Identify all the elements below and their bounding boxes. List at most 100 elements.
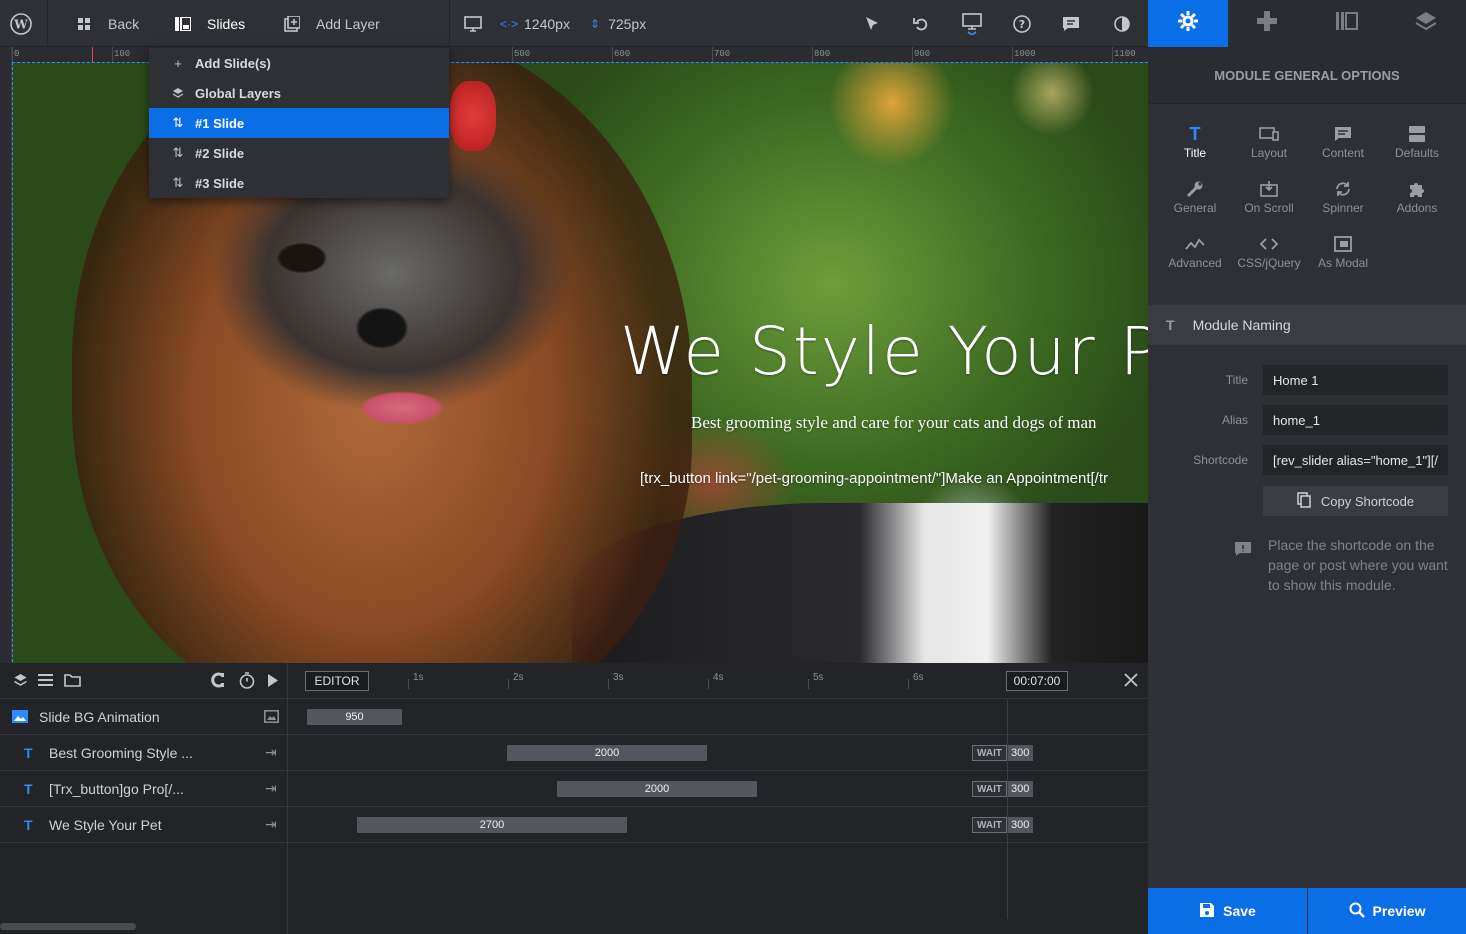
end-arrow-icon[interactable]: ⇥ (265, 744, 277, 761)
section-module-naming[interactable]: T Module Naming (1148, 305, 1466, 345)
tab-layers[interactable] (1387, 0, 1466, 47)
save-button[interactable]: Save (1148, 888, 1307, 934)
slides-button[interactable]: Slides (175, 0, 245, 47)
defaults-icon (1409, 122, 1425, 146)
text-layer-icon: T (24, 781, 33, 797)
help-icon[interactable]: ? (1013, 0, 1031, 47)
cursor-select-icon[interactable] (864, 0, 880, 47)
layers-icon[interactable] (13, 673, 28, 693)
timeline-wait[interactable]: WAIT 300 (972, 745, 1034, 761)
ruler-mark: 800 (814, 49, 831, 59)
add-layer-button[interactable]: Add Layer (284, 0, 380, 47)
option-content[interactable]: Content (1306, 122, 1380, 172)
option-advanced[interactable]: Advanced (1158, 232, 1232, 282)
horizontal-scrollbar[interactable] (0, 923, 136, 930)
timeline-row-trx-button[interactable]: T [Trx_button]go Pro[/... ⇥ 2000 WAIT 30… (0, 771, 1148, 807)
menu-item-slide-2[interactable]: ⇅ #2 Slide (149, 138, 449, 168)
timeline-row-best-grooming[interactable]: T Best Grooming Style ... ⇥ 2000 WAIT 30… (0, 735, 1148, 771)
layer-title-text[interactable]: We Style Your P (620, 313, 1148, 390)
alias-field[interactable]: home_1 (1263, 405, 1448, 435)
timeline-bar[interactable]: 2000 (557, 781, 757, 797)
photo-icon[interactable] (264, 710, 279, 728)
desktop-view-icon[interactable] (464, 0, 482, 47)
option-defaults[interactable]: Defaults (1380, 122, 1454, 172)
timeline-bar[interactable]: 2700 (357, 817, 627, 833)
option-as-modal[interactable]: As Modal (1306, 232, 1380, 282)
undo-icon[interactable] (913, 0, 929, 47)
wordpress-logo-icon[interactable]: W (10, 0, 36, 47)
chart-line-icon (1185, 232, 1205, 256)
end-arrow-icon[interactable]: ⇥ (265, 816, 277, 833)
layer-button-shortcode[interactable]: [trx_button link="/pet-grooming-appointm… (640, 470, 1108, 487)
preview-label: Preview (1372, 903, 1426, 919)
preview-button[interactable]: Preview (1308, 888, 1466, 934)
contrast-icon[interactable] (1114, 0, 1130, 47)
timeline-bar[interactable]: 950 (307, 709, 402, 725)
tab-slide-settings[interactable] (1228, 0, 1308, 47)
option-spinner[interactable]: Spinner (1306, 177, 1380, 227)
search-icon (1349, 902, 1365, 921)
tab-navigation[interactable] (1307, 0, 1387, 47)
editor-marker[interactable]: EDITOR (305, 671, 369, 691)
width-field[interactable]: <·> 1240px (500, 0, 570, 47)
folder-icon[interactable] (64, 673, 81, 692)
gamepad-icon (1256, 10, 1278, 38)
shortcode-field[interactable]: [rev_slider alias="home_1"][/ (1263, 445, 1448, 475)
copy-shortcode-button[interactable]: Copy Shortcode (1263, 486, 1448, 516)
timeline-end-time[interactable]: 00:07:00 (1006, 671, 1068, 691)
option-css-jquery[interactable]: CSS/jQuery (1232, 232, 1306, 282)
magnet-icon[interactable] (209, 672, 225, 693)
title-field[interactable]: Home 1 (1263, 365, 1448, 395)
timeline-row-bg-animation[interactable]: Slide BG Animation 950 (0, 699, 1148, 735)
option-on-scroll[interactable]: On Scroll (1232, 177, 1306, 227)
sort-icon: ⇅ (172, 175, 184, 190)
save-label: Save (1223, 903, 1256, 919)
timeline-panel: EDITOR 1s 2s 3s 4s 5s 6s 00:07:00 Slide … (0, 663, 1148, 934)
wait-label: WAIT (972, 781, 1007, 797)
add-layer-label: Add Layer (316, 15, 380, 32)
tab-module-settings[interactable] (1148, 0, 1228, 47)
option-general[interactable]: General (1158, 177, 1232, 227)
menu-item-add-slides[interactable]: + Add Slide(s) (149, 48, 449, 78)
grid-icon (76, 16, 92, 32)
height-field[interactable]: ⇕ 725px (590, 0, 646, 47)
timeline-playhead[interactable] (1007, 699, 1008, 919)
panel-tabs (1148, 0, 1466, 47)
timeline-bar[interactable]: 2000 (507, 745, 707, 761)
option-addons[interactable]: Addons (1380, 177, 1454, 227)
width-value: 1240px (524, 15, 570, 32)
option-label: Layout (1250, 146, 1288, 160)
close-icon[interactable] (1123, 672, 1139, 693)
option-label: CSS/jQuery (1237, 256, 1301, 270)
sort-icon: ⇅ (172, 145, 184, 160)
device-preview-icon[interactable] (962, 0, 982, 47)
option-title[interactable]: T Title (1158, 122, 1232, 172)
height-arrows-icon: ⇕ (590, 16, 601, 31)
menu-item-slide-1[interactable]: ⇅ #1 Slide (149, 108, 449, 138)
option-layout[interactable]: Layout (1232, 122, 1306, 172)
stopwatch-icon[interactable] (239, 672, 255, 694)
timeline-row-we-style[interactable]: T We Style Your Pet ⇥ 2700 WAIT 300 (0, 807, 1148, 843)
comments-icon[interactable] (1062, 0, 1080, 47)
shortcode-hint: Place the shortcode on the page or post … (1268, 537, 1448, 593)
wait-value: 300 (1007, 817, 1034, 833)
ruler-left (0, 47, 12, 663)
layer-subtitle-text[interactable]: Best grooming style and care for your ca… (691, 413, 1097, 433)
timeline-scale-label: 5s (813, 672, 824, 683)
ruler-mark: 100 (114, 49, 131, 59)
image-icon (12, 710, 28, 728)
code-icon (1260, 232, 1278, 256)
timeline-scale-label: 4s (713, 672, 724, 683)
text-layer-icon: T (24, 745, 33, 761)
end-arrow-icon[interactable]: ⇥ (265, 780, 277, 797)
svg-text:W: W (13, 17, 28, 31)
menu-item-slide-3[interactable]: ⇅ #3 Slide (149, 168, 449, 198)
menu-item-global-layers[interactable]: Global Layers (149, 78, 449, 108)
timeline-wait[interactable]: WAIT 300 (972, 781, 1034, 797)
play-icon[interactable] (267, 674, 279, 692)
back-button[interactable]: Back (76, 0, 139, 47)
timeline-wait[interactable]: WAIT 300 (972, 817, 1034, 833)
list-icon[interactable] (38, 673, 53, 692)
option-label: Defaults (1394, 146, 1440, 160)
library-icon (1335, 11, 1358, 36)
